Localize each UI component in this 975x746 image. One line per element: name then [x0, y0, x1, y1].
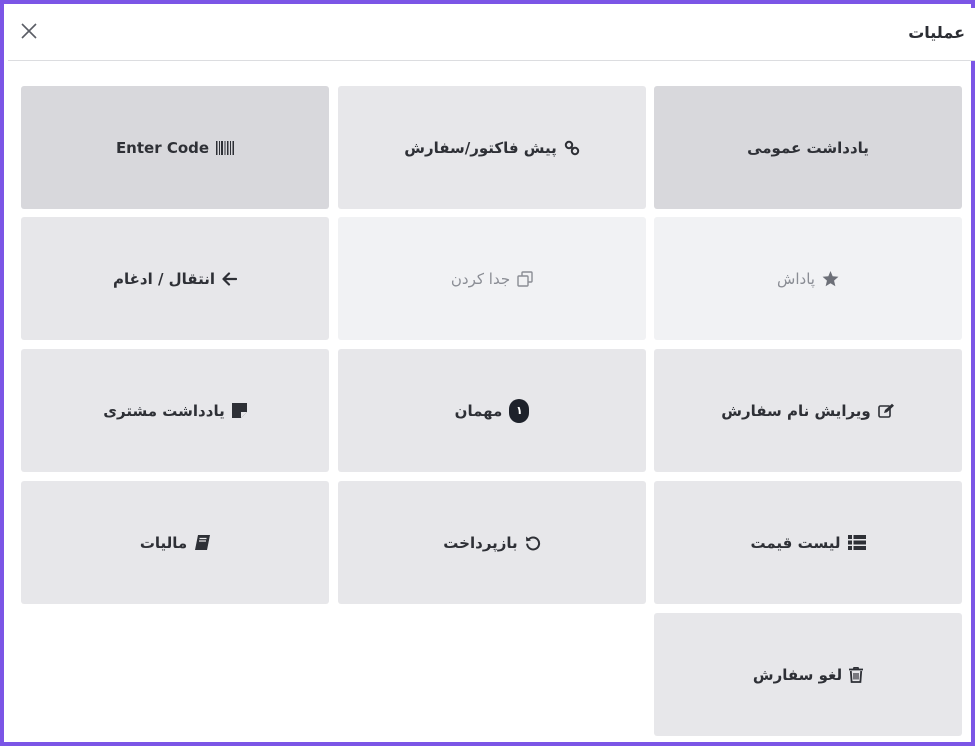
customer-note-label: یادداشت مشتری [103, 401, 225, 420]
refund-label: بازپرداخت [443, 533, 518, 552]
customer-note-button[interactable]: یادداشت مشتری [21, 349, 329, 472]
cancel-order-label: لغو سفارش [752, 665, 843, 684]
general-note-label: یادداشت عمومی [747, 138, 869, 157]
edit-icon [877, 403, 895, 419]
general-note-button[interactable]: یادداشت عمومی [654, 86, 962, 209]
dialog: عملیات یادداشت عمومی پیش فاکتور/سفارش En… [0, 0, 975, 746]
guests-label: مهمان [454, 401, 503, 420]
pre-invoice-button[interactable]: پیش فاکتور/سفارش [338, 86, 646, 209]
barcode-icon [216, 140, 235, 155]
enter-code-button[interactable]: Enter Code [21, 86, 329, 209]
sticky-note-icon [231, 403, 247, 418]
guests-button[interactable]: ۱ مهمان [338, 349, 646, 472]
taxes-button[interactable]: مالیات [21, 481, 329, 604]
enter-code-label: Enter Code [115, 138, 210, 157]
taxes-label: مالیات [139, 533, 188, 552]
dialog-header: عملیات [8, 8, 975, 61]
price-list-label: لیست قیمت [750, 533, 841, 552]
close-icon [21, 23, 37, 39]
link-icon [564, 140, 580, 156]
reward-label: پاداش [777, 269, 815, 288]
edit-order-name-button[interactable]: ویرایش نام سفارش [654, 349, 962, 472]
book-icon [194, 535, 211, 550]
transfer-merge-label: انتقال / ادغام [113, 269, 215, 288]
edit-order-name-label: ویرایش نام سفارش [721, 401, 871, 420]
split-label: جدا کردن [450, 269, 511, 288]
list-icon [847, 535, 866, 550]
split-button[interactable]: جدا کردن [338, 217, 646, 340]
star-icon [822, 270, 839, 287]
transfer-merge-button[interactable]: انتقال / ادغام [21, 217, 329, 340]
reward-button[interactable]: پاداش [654, 217, 962, 340]
close-button[interactable] [18, 20, 40, 42]
refund-button[interactable]: بازپرداخت [338, 481, 646, 604]
pre-invoice-label: پیش فاکتور/سفارش [404, 138, 557, 157]
price-list-button[interactable]: لیست قیمت [654, 481, 962, 604]
arrow-left-icon [222, 271, 237, 286]
copy-icon [517, 270, 533, 287]
cancel-order-button[interactable]: لغو سفارش [654, 613, 962, 736]
actions-grid: یادداشت عمومی پیش فاکتور/سفارش Enter Cod… [21, 86, 963, 736]
guest-count-badge: ۱ [509, 398, 530, 423]
undo-icon [525, 535, 541, 551]
trash-icon [849, 666, 864, 683]
dialog-title: عملیات [908, 23, 965, 42]
